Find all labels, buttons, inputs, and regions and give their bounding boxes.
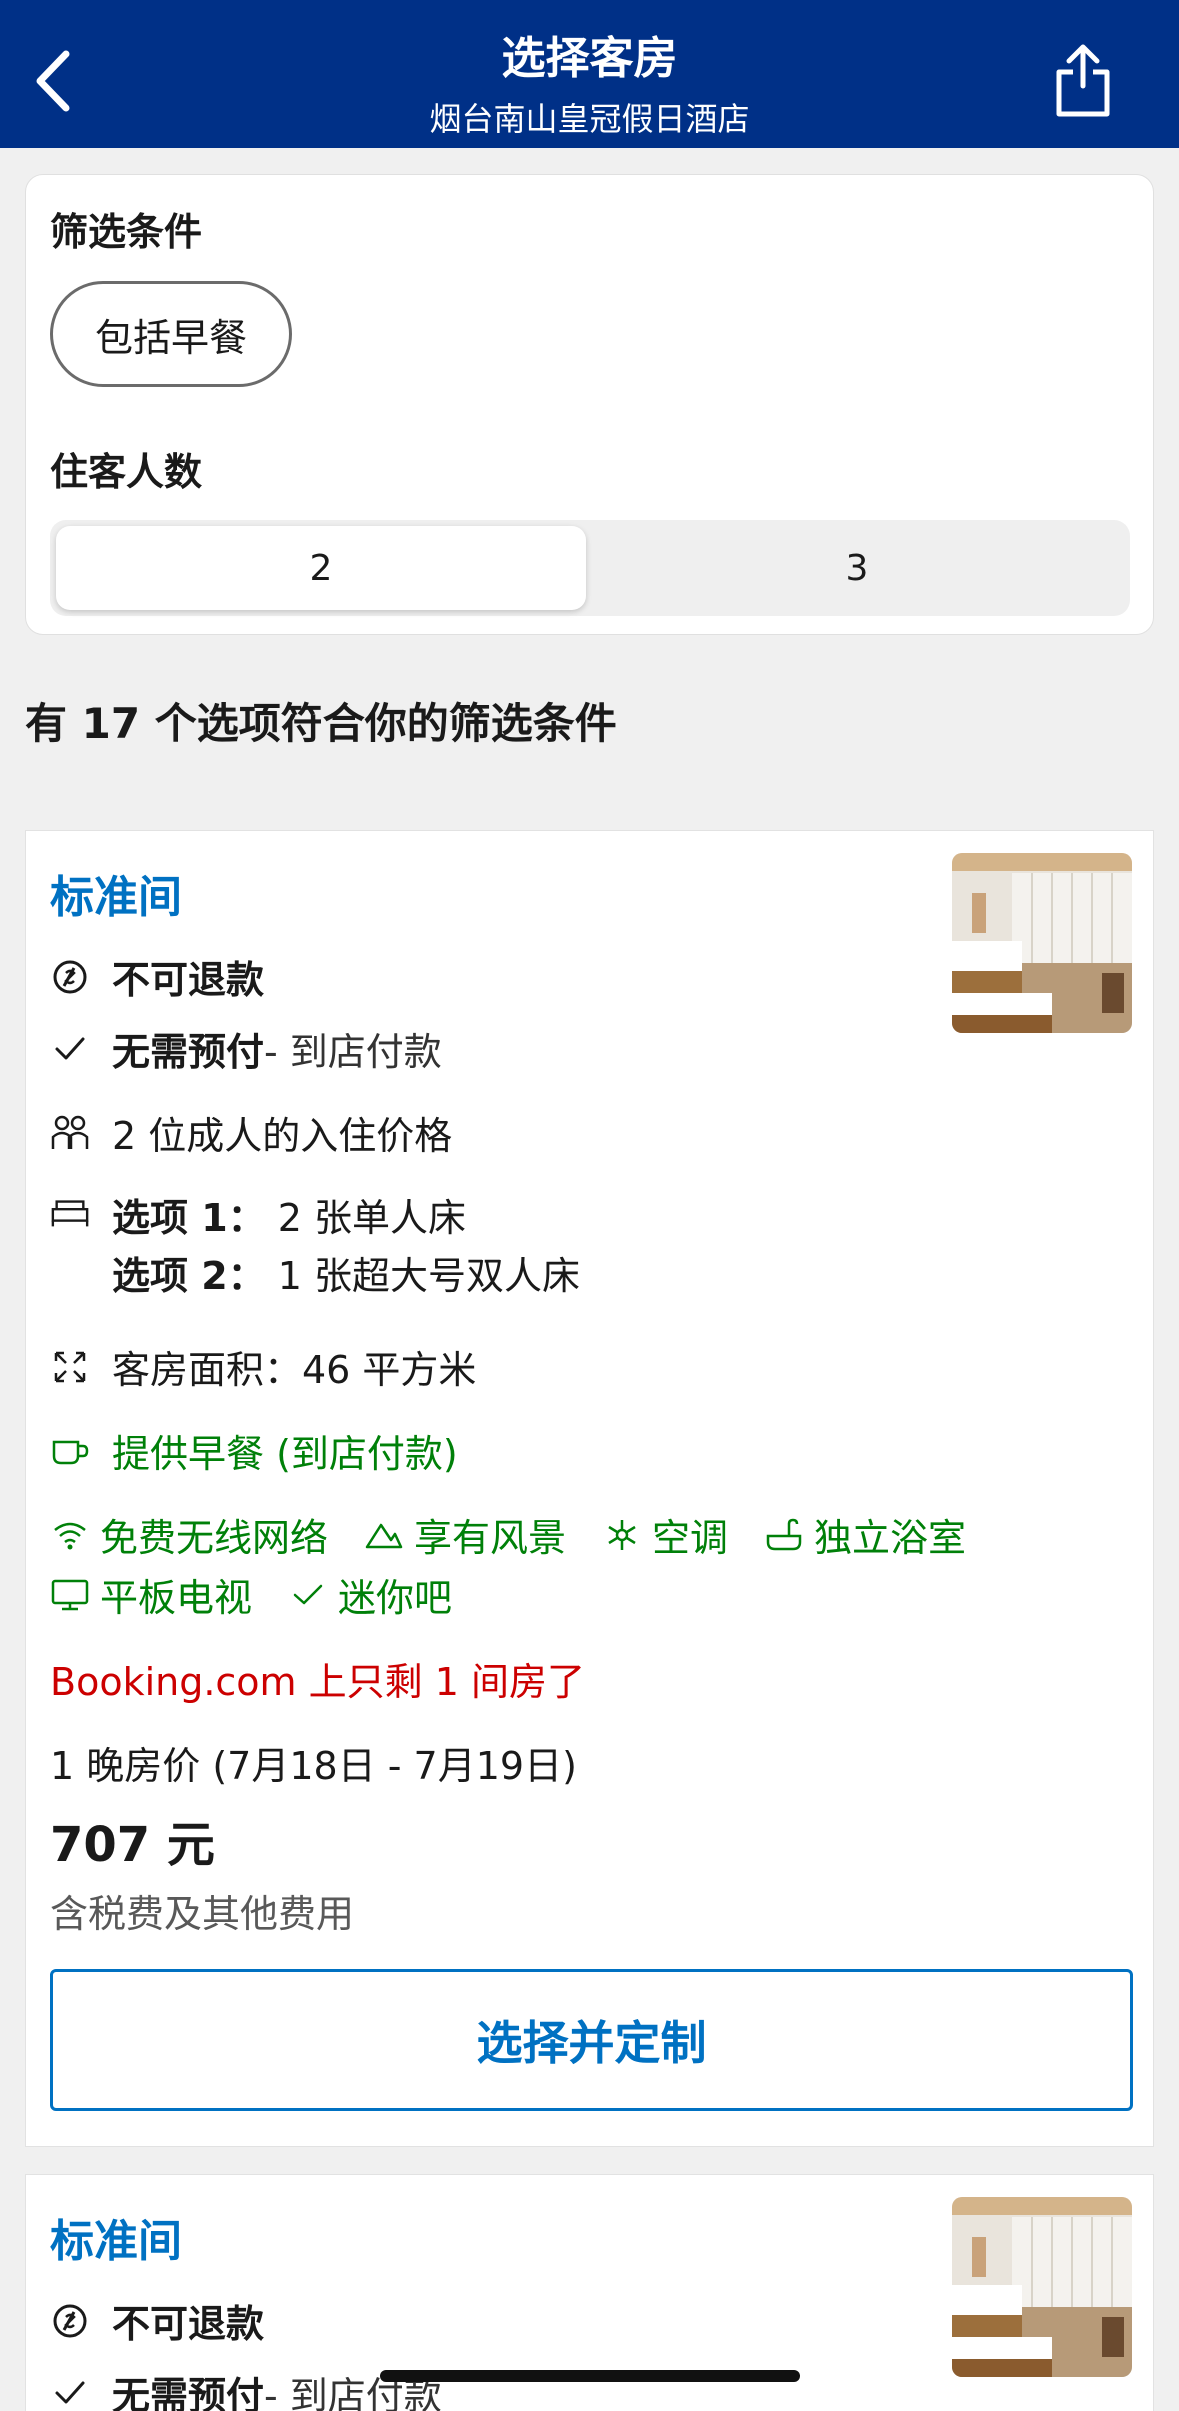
amenity-bathroom-label: 独立浴室 <box>814 1516 967 1560</box>
filter-card: 筛选条件 包括早餐 住客人数 2 3 <box>25 174 1154 635</box>
wifi-icon <box>50 1515 90 1555</box>
occupancy-info: 2 位成人的入住价格 <box>50 1105 452 1160</box>
room-photo-image <box>952 2197 1132 2377</box>
breakfast-text: 提供早餐 (到店付款) <box>112 1432 458 1476</box>
amenities-row-2: 平板电视 迷你吧 <box>50 1567 488 1622</box>
stay-dates: 1 晚房价 (7月18日 - 7月19日) <box>50 1744 577 1788</box>
guest-option-3[interactable]: 3 <box>590 526 1124 610</box>
amenity-wifi-label: 免费无线网络 <box>100 1516 329 1560</box>
amenity-ac-label: 空调 <box>652 1516 729 1560</box>
no-refund-icon <box>50 957 90 997</box>
amenity-wifi: 免费无线网络 <box>50 1507 328 1562</box>
amenity-minibar-label: 迷你吧 <box>338 1576 453 1620</box>
result-count: 有 17 个选项符合你的筛选条件 <box>25 699 617 748</box>
room-photo[interactable] <box>952 853 1132 1033</box>
checkmark-icon <box>50 1029 90 1069</box>
room-name[interactable]: 标准间 <box>50 861 182 925</box>
tv-icon <box>50 1575 90 1615</box>
top-bar: 选择客房 烟台南山皇冠假日酒店 <box>0 0 1179 148</box>
coffee-cup-icon <box>50 1431 90 1471</box>
bed-option-2-value: 1 张超大号双人床 <box>277 1254 581 1298</box>
room-area: 客房面积：46 平方米 <box>50 1339 476 1394</box>
mountain-icon <box>364 1515 404 1555</box>
home-indicator[interactable] <box>380 2370 800 2382</box>
prepayment-info: 无需预付 - 到店付款 <box>50 1021 442 1076</box>
room-photo-image <box>952 853 1132 1033</box>
room-card: 标准间 不可退款 无需预付 - 到店付款 <box>25 830 1154 2147</box>
breakfast-filter-chip[interactable]: 包括早餐 <box>50 281 292 387</box>
page-title: 选择客房 <box>501 33 678 84</box>
bed-option-1-value: 2 张单人床 <box>277 1196 467 1240</box>
bathtub-icon <box>764 1515 804 1555</box>
guests-label: 住客人数 <box>50 450 203 494</box>
tax-note: 含税费及其他费用 <box>50 1892 355 1936</box>
checkmark-icon <box>288 1575 328 1615</box>
bed-option-1-label: 选项 1： <box>112 1196 266 1240</box>
room-photo[interactable] <box>952 2197 1132 2377</box>
breakfast-info: 提供早餐 (到店付款) <box>50 1423 458 1478</box>
prepayment-bold-text: 无需预付 <box>112 1030 265 1074</box>
checkmark-icon <box>50 2373 90 2411</box>
amenity-view-label: 享有风景 <box>414 1516 567 1560</box>
two-people-icon <box>50 1113 90 1153</box>
amenity-tv: 平板电视 <box>50 1567 252 1622</box>
occupancy-text: 2 位成人的入住价格 <box>112 1114 453 1158</box>
amenity-ac: 空调 <box>602 1507 728 1562</box>
prepayment-detail-text: - 到店付款 <box>264 1030 442 1074</box>
room-price: 707 元 <box>50 1817 215 1873</box>
prepayment-bold-text: 无需预付 <box>112 2374 265 2411</box>
refund-text: 不可退款 <box>112 2302 265 2346</box>
bed-icon <box>50 1193 90 1233</box>
share-button[interactable] <box>1050 40 1116 120</box>
refund-policy: 不可退款 <box>50 2293 264 2348</box>
amenities-row-1: 免费无线网络 享有风景 空调 独立浴室 <box>50 1507 1002 1562</box>
expand-icon <box>50 1347 90 1387</box>
snowflake-icon <box>602 1515 642 1555</box>
filter-section-label: 筛选条件 <box>50 210 203 254</box>
select-and-customize-button[interactable]: 选择并定制 <box>50 1969 1133 2111</box>
bed-options: 选项 1： 2 张单人床 选项 2： 1 张超大号双人床 <box>50 1189 580 1305</box>
hotel-name: 烟台南山皇冠假日酒店 <box>429 100 750 138</box>
bed-option-2-label: 选项 2： <box>112 1254 266 1298</box>
no-refund-icon <box>50 2301 90 2341</box>
amenity-view: 享有风景 <box>364 1507 566 1562</box>
amenity-minibar: 迷你吧 <box>288 1567 452 1622</box>
share-icon <box>1056 44 1110 117</box>
guest-count-selector: 2 3 <box>50 520 1130 616</box>
refund-text: 不可退款 <box>112 958 265 1002</box>
amenity-tv-label: 平板电视 <box>100 1576 253 1620</box>
amenity-bathroom: 独立浴室 <box>764 1507 966 1562</box>
area-text: 客房面积：46 平方米 <box>112 1348 477 1392</box>
room-name[interactable]: 标准间 <box>50 2205 182 2269</box>
scarcity-message: Booking.com 上只剩 1 间房了 <box>50 1660 585 1704</box>
guest-option-2[interactable]: 2 <box>56 526 586 610</box>
refund-policy: 不可退款 <box>50 949 264 1004</box>
